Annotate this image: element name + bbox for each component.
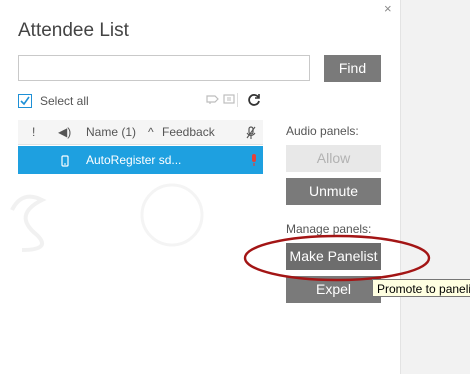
name-column-header[interactable]: Name (1)	[86, 120, 136, 144]
lower-hand-icon[interactable]	[223, 93, 235, 108]
background-watermark	[0, 170, 272, 260]
tooltip: Promote to panelist	[372, 279, 470, 297]
mic-column-header-icon[interactable]	[246, 120, 256, 144]
attendee-name: AutoRegister sd...	[86, 153, 182, 167]
right-side-pane	[400, 0, 470, 374]
checkmark-icon	[20, 96, 30, 106]
dialog-title: Attendee List	[18, 20, 129, 41]
find-button[interactable]: Find	[324, 55, 381, 82]
unmute-button[interactable]: Unmute	[286, 178, 381, 205]
sort-indicator-icon: ^	[148, 125, 154, 139]
audio-panels-label: Audio panels:	[286, 124, 359, 138]
select-all-label: Select all	[40, 94, 89, 108]
manage-panels-label: Manage panels:	[286, 222, 372, 236]
select-all-checkbox[interactable]	[18, 94, 32, 108]
table-row[interactable]: AutoRegister sd...	[18, 146, 263, 174]
make-panelist-button[interactable]: Make Panelist	[286, 243, 381, 270]
toolbar-divider	[237, 93, 238, 107]
phone-icon	[61, 146, 69, 174]
expel-button[interactable]: Expel	[286, 276, 381, 303]
attendee-table-header: ! ◀) Name (1) ^ Feedback	[18, 120, 263, 145]
refresh-icon[interactable]	[246, 92, 262, 108]
raise-hand-column-header[interactable]: !	[32, 120, 35, 144]
feedback-column-header[interactable]: Feedback	[162, 120, 215, 144]
audio-column-header-icon[interactable]: ◀)	[58, 120, 71, 144]
search-input[interactable]	[18, 55, 310, 81]
allow-button[interactable]: Allow	[286, 145, 381, 172]
mic-off-icon[interactable]	[250, 153, 258, 170]
raise-hand-filter-icon[interactable]	[206, 93, 220, 108]
attendee-list-panel: Attendee List × Find Select all ! ◀) Nam…	[0, 0, 400, 374]
close-icon[interactable]: ×	[384, 2, 392, 16]
